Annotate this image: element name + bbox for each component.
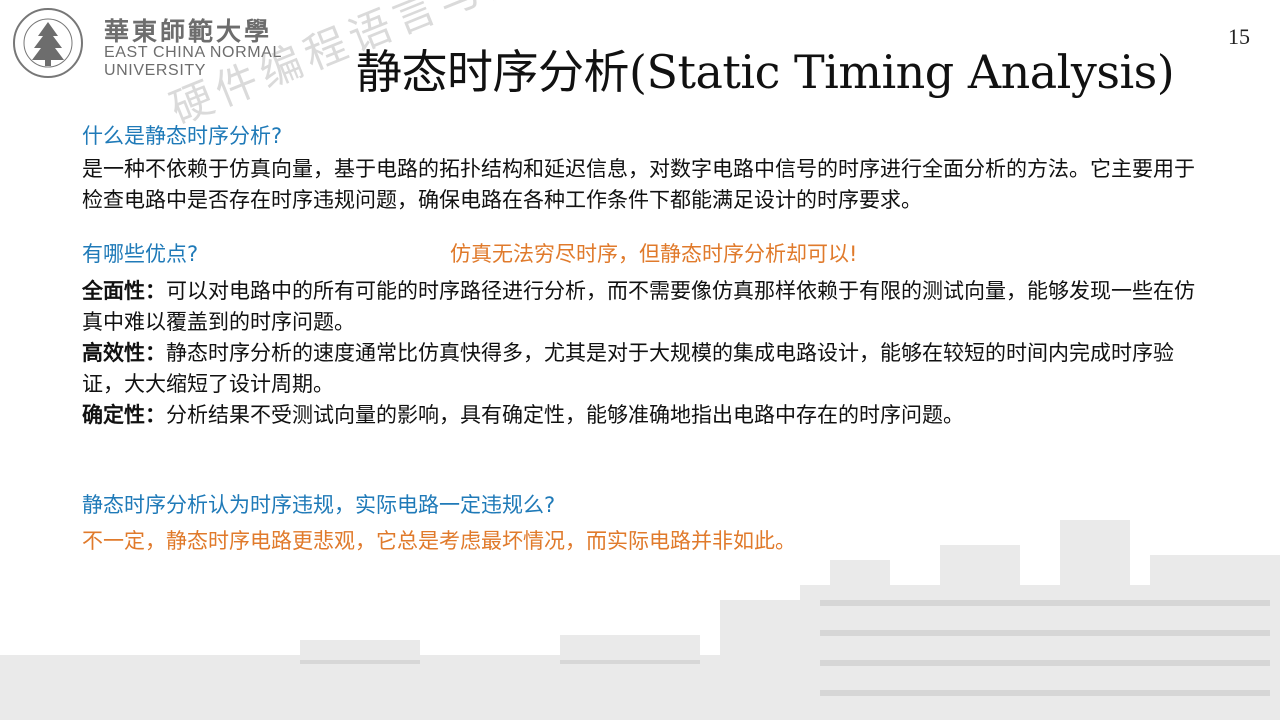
slide-title: 静态时序分析(Static Timing Analysis) — [356, 45, 1175, 99]
advantage-item: 确定性：分析结果不受测试向量的影响，具有确定性，能够准确地指出电路中存在的时序问… — [82, 400, 1212, 431]
advantages-list: 全面性：可以对电路中的所有可能的时序路径进行分析，而不需要像仿真那样依赖于有限的… — [82, 276, 1212, 431]
page-number: 15 — [1228, 24, 1250, 49]
question-what-is-sta: 什么是静态时序分析? — [82, 124, 283, 148]
university-name-english-line2: UNIVERSITY — [104, 62, 207, 79]
advantage-item: 全面性：可以对电路中的所有可能的时序路径进行分析，而不需要像仿真那样依赖于有限的… — [82, 276, 1212, 338]
advantage-text: 静态时序分析的速度通常比仿真快得多，尤其是对于大规模的集成电路设计，能够在较短的… — [82, 341, 1174, 396]
advantages-header-row: 有哪些优点? 仿真无法穷尽时序，但静态时序分析却可以! — [82, 238, 1212, 272]
university-seal-icon — [13, 8, 83, 78]
advantage-text: 分析结果不受测试向量的影响，具有确定性，能够准确地指出电路中存在的时序问题。 — [166, 403, 964, 427]
answer-violation: 不一定，静态时序电路更悲观，它总是考虑最坏情况，而实际电路并非如此。 — [82, 529, 796, 553]
advantage-term: 高效性： — [82, 341, 166, 365]
question-violation: 静态时序分析认为时序违规，实际电路一定违规么? — [82, 493, 556, 517]
advantage-term: 全面性： — [82, 279, 166, 303]
slide: 華東師範大學 EAST CHINA NORMAL UNIVERSITY 15 静… — [0, 0, 1280, 720]
university-name-chinese: 華東師範大學 — [104, 17, 273, 46]
slide-content: 什么是静态时序分析? 是一种不依赖于仿真向量，基于电路的拓扑结构和延迟信息，对数… — [82, 120, 1212, 557]
advantage-term: 确定性： — [82, 403, 166, 427]
question-advantages: 有哪些优点? — [82, 242, 199, 266]
advantages-note: 仿真无法穷尽时序，但静态时序分析却可以! — [450, 242, 858, 266]
answer-what-is-sta: 是一种不依赖于仿真向量，基于电路的拓扑结构和延迟信息，对数字电路中信号的时序进行… — [82, 157, 1195, 212]
university-name-english-line1: EAST CHINA NORMAL — [104, 44, 282, 61]
advantage-text: 可以对电路中的所有可能的时序路径进行分析，而不需要像仿真那样依赖于有限的测试向量… — [82, 279, 1195, 334]
advantage-item: 高效性：静态时序分析的速度通常比仿真快得多，尤其是对于大规模的集成电路设计，能够… — [82, 338, 1212, 400]
university-logo: 華東師範大學 EAST CHINA NORMAL UNIVERSITY — [10, 6, 300, 80]
